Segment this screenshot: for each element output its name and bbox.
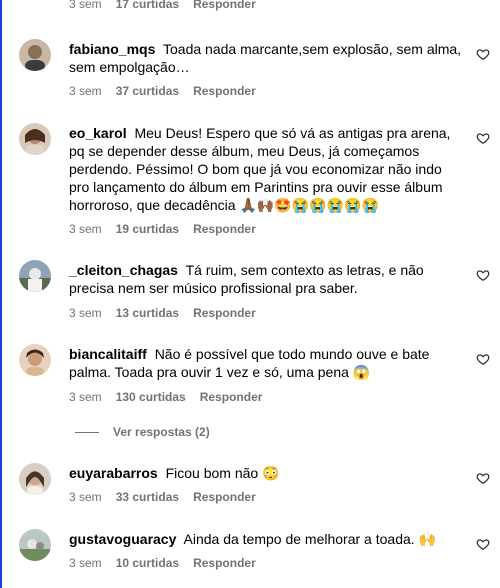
comment-time: 3 sem [69, 0, 102, 11]
comment-username[interactable]: fabiano_mqs [69, 41, 155, 57]
heart-outline-icon[interactable] [476, 537, 490, 551]
comment-time: 3 sem [69, 84, 102, 98]
heart-outline-icon[interactable] [476, 47, 490, 61]
comment-body: euyarabarros Ficou bom não 😳 [69, 464, 464, 482]
comment-likes[interactable]: 37 curtidas [116, 84, 179, 98]
avatar[interactable] [19, 529, 51, 561]
comment-text: Ainda da tempo de melhorar a toada. 🙌 [183, 531, 436, 547]
reply-button[interactable]: Responder [200, 390, 263, 404]
comment-meta-top: 3 sem 17 curtidas Responder [69, 0, 256, 11]
comment-username[interactable]: eo_karol [69, 125, 127, 141]
heart-outline-icon[interactable] [476, 352, 490, 366]
comment-body: gustavoguaracy Ainda da tempo de melhora… [69, 530, 464, 548]
reply-button[interactable]: Responder [193, 84, 256, 98]
comment-meta: 3 sem 13 curtidas Responder [69, 306, 256, 320]
view-replies-label: Ver respostas (2) [113, 425, 210, 439]
reply-button[interactable]: Responder [193, 0, 256, 11]
comment-meta: 3 sem 19 curtidas Responder [69, 222, 256, 236]
comment-time: 3 sem [69, 390, 102, 404]
comment-time: 3 sem [69, 222, 102, 236]
divider-line [75, 431, 99, 433]
reply-button[interactable]: Responder [193, 556, 256, 570]
reply-button[interactable]: Responder [193, 490, 256, 504]
avatar[interactable] [19, 344, 51, 376]
comments-panel: 3 sem 17 curtidas Responder fabiano_mqs … [0, 0, 500, 588]
comment-time: 3 sem [69, 490, 102, 504]
comment-text: Ficou bom não 😳 [165, 465, 280, 481]
comment-meta: 3 sem 37 curtidas Responder [69, 84, 256, 98]
avatar[interactable] [19, 123, 51, 155]
heart-outline-icon[interactable] [476, 268, 490, 282]
heart-outline-icon[interactable] [476, 131, 490, 145]
heart-outline-icon[interactable] [476, 471, 490, 485]
avatar[interactable] [19, 463, 51, 495]
comment-likes[interactable]: 17 curtidas [116, 0, 179, 11]
comment-meta: 3 sem 33 curtidas Responder [69, 490, 256, 504]
avatar[interactable] [19, 39, 51, 71]
comment-body: _cleiton_chagas Tá ruim, sem contexto as… [69, 261, 464, 297]
comment-time: 3 sem [69, 556, 102, 570]
comment-likes[interactable]: 33 curtidas [116, 490, 179, 504]
comment-body: fabiano_mqs Toada nada marcante,sem expl… [69, 40, 464, 76]
comment-likes[interactable]: 10 curtidas [116, 556, 179, 570]
comment-time: 3 sem [69, 306, 102, 320]
reply-button[interactable]: Responder [193, 306, 256, 320]
comment-body: biancalitaiff Não é possível que todo mu… [69, 345, 464, 381]
reply-button[interactable]: Responder [193, 222, 256, 236]
comment-username[interactable]: _cleiton_chagas [69, 262, 178, 278]
comment-likes[interactable]: 13 curtidas [116, 306, 179, 320]
avatar[interactable] [19, 260, 51, 292]
comment-username[interactable]: biancalitaiff [69, 346, 147, 362]
view-replies-button[interactable]: Ver respostas (2) [75, 425, 210, 439]
comment-username[interactable]: gustavoguaracy [69, 531, 176, 547]
comment-body: eo_karol Meu Deus! Espero que só vá as a… [69, 124, 464, 214]
comment-meta: 3 sem 130 curtidas Responder [69, 390, 262, 404]
comment-meta: 3 sem 10 curtidas Responder [69, 556, 256, 570]
comment-username[interactable]: euyarabarros [69, 465, 158, 481]
comment-likes[interactable]: 19 curtidas [116, 222, 179, 236]
comment-likes[interactable]: 130 curtidas [116, 390, 186, 404]
